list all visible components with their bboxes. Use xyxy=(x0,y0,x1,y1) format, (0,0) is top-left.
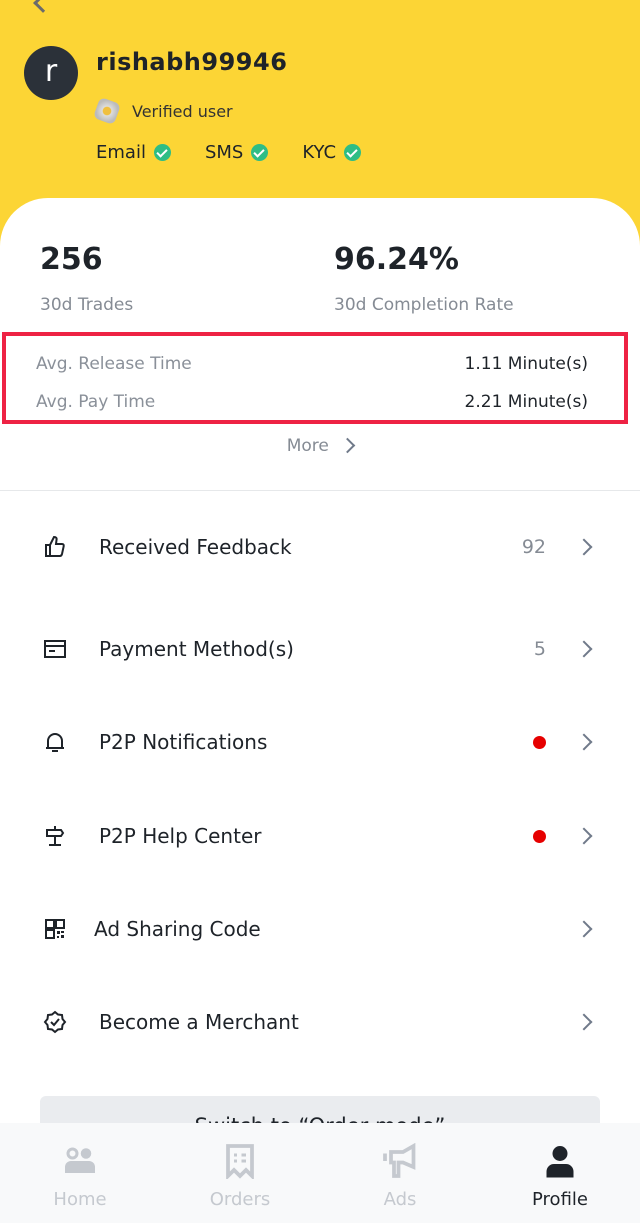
chevron-right-icon xyxy=(575,920,593,938)
row-value: 1.11 Minute(s) xyxy=(464,354,588,374)
stat-trades: 256 30d Trades xyxy=(40,242,133,315)
notification-dot xyxy=(533,829,546,843)
menu-p2p-notifications[interactable]: P2P Notifications xyxy=(0,712,640,772)
bell-icon xyxy=(46,733,64,752)
avatar: r xyxy=(24,46,78,100)
chevron-right-icon xyxy=(575,538,593,556)
verification-checks: Email SMS KYC xyxy=(96,142,395,163)
menu-p2p-help-center[interactable]: P2P Help Center xyxy=(0,806,640,866)
check-circle-icon xyxy=(153,144,171,161)
verified-icon xyxy=(92,96,122,126)
chevron-right-icon xyxy=(575,733,593,751)
users-icon xyxy=(65,1147,95,1173)
more-button[interactable]: More xyxy=(0,436,640,456)
menu-ad-sharing-code[interactable]: Ad Sharing Code xyxy=(0,899,640,959)
back-button[interactable] xyxy=(33,0,53,13)
notification-dot xyxy=(533,735,546,749)
menu-count: 5 xyxy=(533,638,546,660)
receipt-icon xyxy=(226,1144,254,1179)
tab-profile[interactable]: Profile xyxy=(480,1123,640,1223)
check-circle-icon xyxy=(251,144,269,161)
badge-check-icon xyxy=(43,1010,67,1034)
tab-home[interactable]: Home xyxy=(0,1123,160,1223)
menu-label: P2P Notifications xyxy=(99,730,268,754)
bottom-nav: Home Orders Ads Profile xyxy=(0,1123,640,1223)
chevron-right-icon xyxy=(575,827,593,845)
verified-label: Verified user xyxy=(132,101,233,121)
menu-label: Payment Method(s) xyxy=(99,637,294,661)
tab-label: Orders xyxy=(209,1189,271,1210)
menu-count: 92 xyxy=(521,536,546,558)
check-label: Email xyxy=(96,142,146,163)
divider xyxy=(0,490,640,491)
stat-label: 30d Completion Rate xyxy=(334,295,514,315)
pay-time-row: Avg. Pay Time 2.21 Minute(s) xyxy=(36,392,588,412)
menu-label: Become a Merchant xyxy=(99,1010,299,1034)
chevron-right-icon xyxy=(575,1013,593,1031)
stat-value: 96.24% xyxy=(334,242,459,277)
menu-label: Ad Sharing Code xyxy=(94,917,261,941)
check-kyc: KYC xyxy=(302,142,362,163)
chevron-right-icon xyxy=(575,640,593,658)
more-label: More xyxy=(286,436,329,456)
stat-value: 256 xyxy=(40,242,103,277)
chevron-right-icon xyxy=(340,437,356,454)
signpost-icon xyxy=(46,826,65,846)
qr-code-icon xyxy=(45,919,65,939)
tab-ads[interactable]: Ads xyxy=(320,1123,480,1223)
tab-label: Profile xyxy=(532,1189,588,1210)
stat-label: 30d Trades xyxy=(40,295,134,315)
row-label: Avg. Release Time xyxy=(36,354,192,374)
row-value: 2.21 Minute(s) xyxy=(464,392,588,412)
tab-label: Ads xyxy=(383,1189,417,1210)
menu-become-merchant[interactable]: Become a Merchant xyxy=(0,992,640,1052)
row-label: Avg. Pay Time xyxy=(36,392,156,412)
menu-label: Received Feedback xyxy=(99,535,292,559)
tab-orders[interactable]: Orders xyxy=(160,1123,320,1223)
stat-completion: 96.24% 30d Completion Rate xyxy=(334,242,514,315)
person-icon xyxy=(546,1146,574,1178)
menu-label: P2P Help Center xyxy=(99,824,262,848)
username: rishabh99946 xyxy=(96,48,288,76)
verified-badge: Verified user xyxy=(92,96,233,126)
check-email: Email xyxy=(96,142,171,163)
check-label: KYC xyxy=(302,142,337,163)
thumbs-up-icon xyxy=(45,535,65,557)
megaphone-icon xyxy=(383,1143,416,1178)
menu-received-feedback[interactable]: Received Feedback 92 xyxy=(0,517,640,577)
check-circle-icon xyxy=(344,144,362,161)
card-icon xyxy=(44,640,66,658)
release-time-row: Avg. Release Time 1.11 Minute(s) xyxy=(36,354,588,374)
check-label: SMS xyxy=(204,142,244,163)
profile-card: 256 30d Trades 96.24% 30d Completion Rate … xyxy=(0,198,640,1223)
menu-payment-methods[interactable]: Payment Method(s) 5 xyxy=(0,619,640,679)
check-sms: SMS xyxy=(204,142,269,163)
tab-label: Home xyxy=(53,1189,107,1210)
